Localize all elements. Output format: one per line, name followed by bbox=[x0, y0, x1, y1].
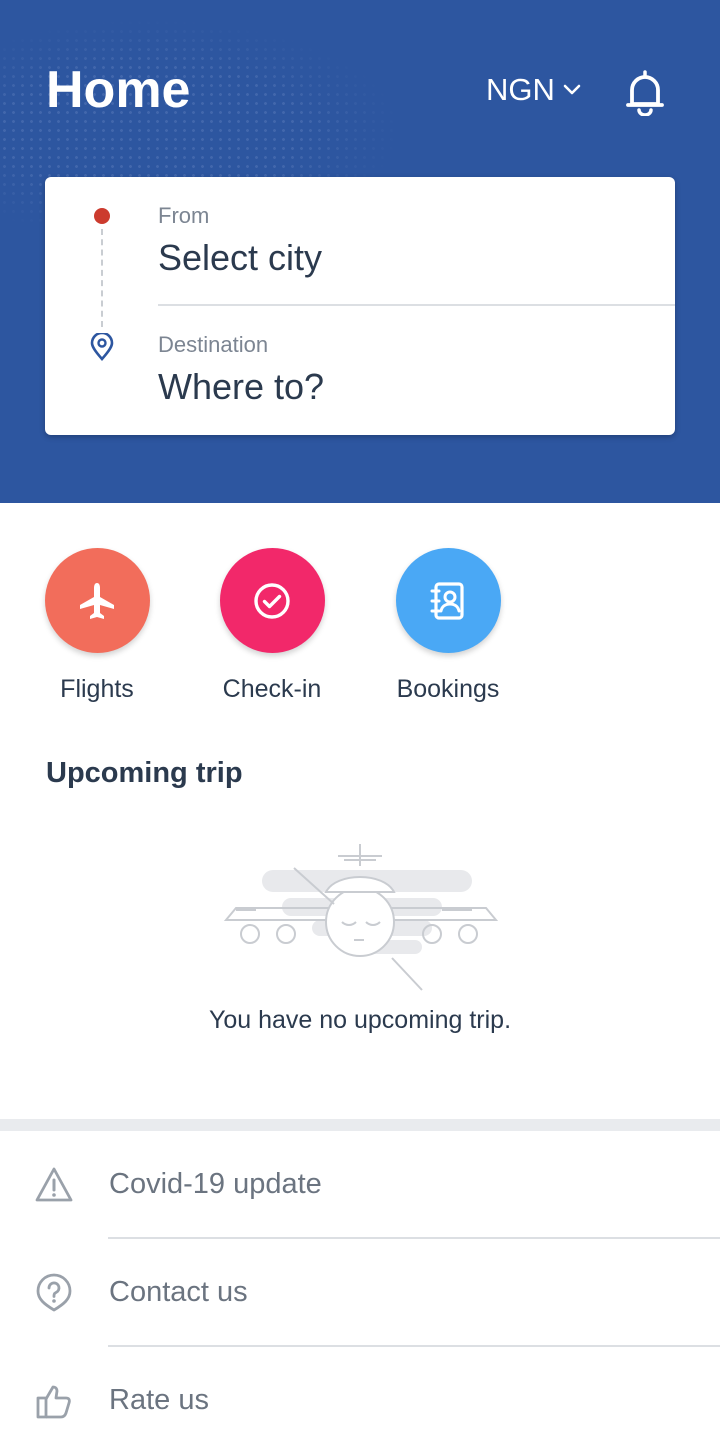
bookings-label: Bookings bbox=[396, 675, 500, 703]
menu-item-label: Rate us bbox=[109, 1384, 209, 1416]
no-trip-message: You have no upcoming trip. bbox=[208, 1006, 512, 1034]
from-label: From bbox=[158, 203, 210, 228]
menu-item-contact-us[interactable]: Contact us bbox=[0, 1239, 720, 1347]
airplane-icon bbox=[80, 582, 114, 619]
check-in-button[interactable]: Check-in bbox=[197, 548, 347, 704]
warning-triangle-icon bbox=[35, 1167, 73, 1202]
upcoming-trip-heading: Upcoming trip bbox=[46, 757, 243, 789]
flights-circle bbox=[44, 548, 150, 653]
question-bubble-icon bbox=[36, 1273, 72, 1312]
field-divider bbox=[158, 304, 675, 306]
check-in-label: Check-in bbox=[222, 675, 322, 703]
menu-item-label: Covid-19 update bbox=[109, 1168, 322, 1200]
destination-field[interactable]: Destination Where to? bbox=[158, 332, 675, 408]
location-pin-icon bbox=[90, 333, 114, 361]
notification-bell-icon[interactable] bbox=[624, 68, 666, 116]
currency-selector[interactable]: NGN bbox=[486, 72, 581, 108]
menu-item-label: Contact us bbox=[109, 1276, 248, 1308]
currency-label: NGN bbox=[486, 72, 555, 107]
page-title: Home bbox=[46, 61, 191, 119]
bookings-circle bbox=[395, 548, 501, 653]
check-circle-icon bbox=[254, 582, 290, 619]
route-line bbox=[101, 229, 103, 327]
flights-button[interactable]: Flights bbox=[22, 548, 172, 704]
from-value: Select city bbox=[158, 237, 323, 278]
destination-value: Where to? bbox=[158, 366, 325, 407]
destination-label: Destination bbox=[158, 332, 269, 357]
menu-item-rate-us[interactable]: Rate us bbox=[0, 1347, 720, 1455]
section-divider bbox=[0, 1119, 720, 1131]
check-in-circle bbox=[219, 548, 325, 653]
sleeping-pilot-illustration bbox=[223, 844, 498, 991]
header-banner: Home NGN From Select city Destination Wh… bbox=[0, 0, 720, 503]
from-field[interactable]: From Select city bbox=[158, 203, 675, 279]
chevron-down-icon bbox=[563, 84, 581, 95]
menu-item-covid-update[interactable]: Covid-19 update bbox=[0, 1131, 720, 1239]
bookings-button[interactable]: Bookings bbox=[373, 548, 523, 704]
quick-actions: Flights Check-in Bookings bbox=[0, 548, 720, 708]
contact-book-icon bbox=[430, 581, 464, 620]
origin-dot-icon bbox=[94, 208, 110, 224]
flights-label: Flights bbox=[60, 675, 134, 703]
search-card: From Select city Destination Where to? bbox=[45, 177, 675, 435]
thumbs-up-icon bbox=[36, 1385, 71, 1419]
